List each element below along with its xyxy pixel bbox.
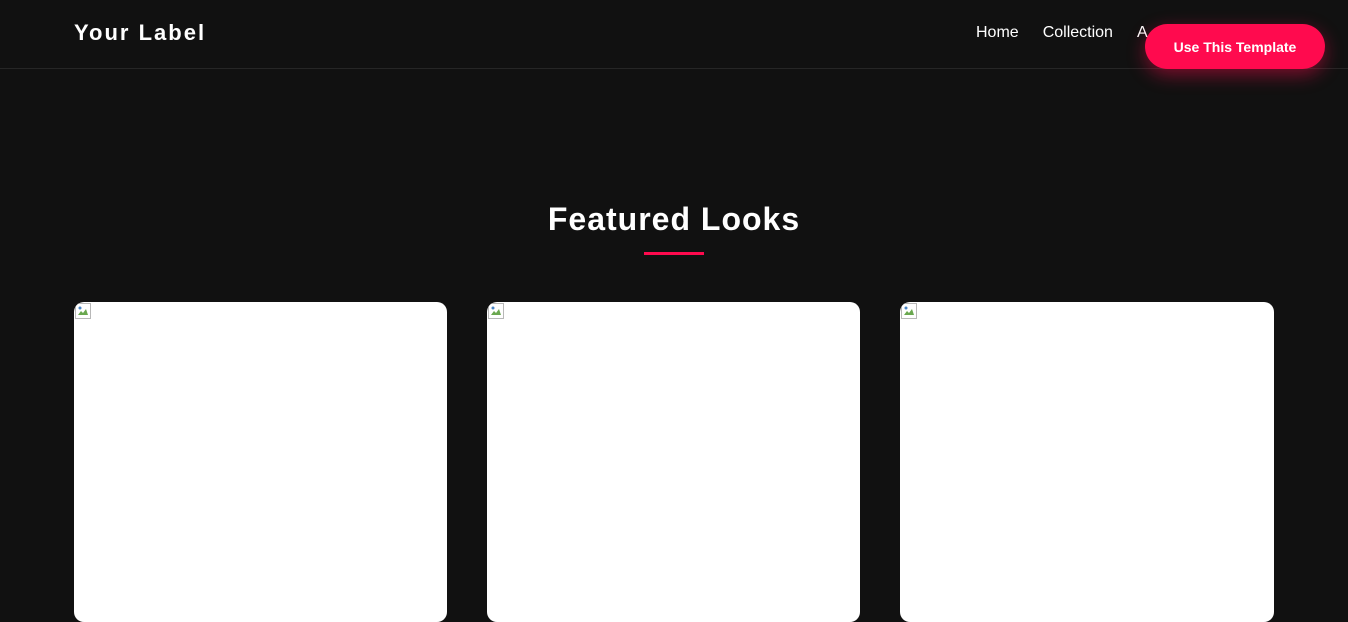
nav-links: Home Collection A (976, 24, 1148, 42)
site-logo[interactable]: Your Label (74, 20, 206, 46)
broken-image-icon (75, 303, 91, 319)
look-card-3[interactable] (900, 302, 1274, 622)
nav-link-collection[interactable]: Collection (1043, 24, 1113, 42)
look-card-1[interactable] (74, 302, 447, 622)
look-card-2[interactable] (487, 302, 860, 622)
nav-link-home[interactable]: Home (976, 24, 1019, 42)
section-title: Featured Looks (547, 201, 801, 237)
broken-image-icon (488, 303, 504, 319)
use-template-button[interactable]: Use This Template (1145, 24, 1325, 69)
top-navbar: Your Label Home Collection A Use This Te… (0, 0, 1348, 69)
broken-image-icon (901, 303, 917, 319)
title-underline (644, 252, 704, 255)
